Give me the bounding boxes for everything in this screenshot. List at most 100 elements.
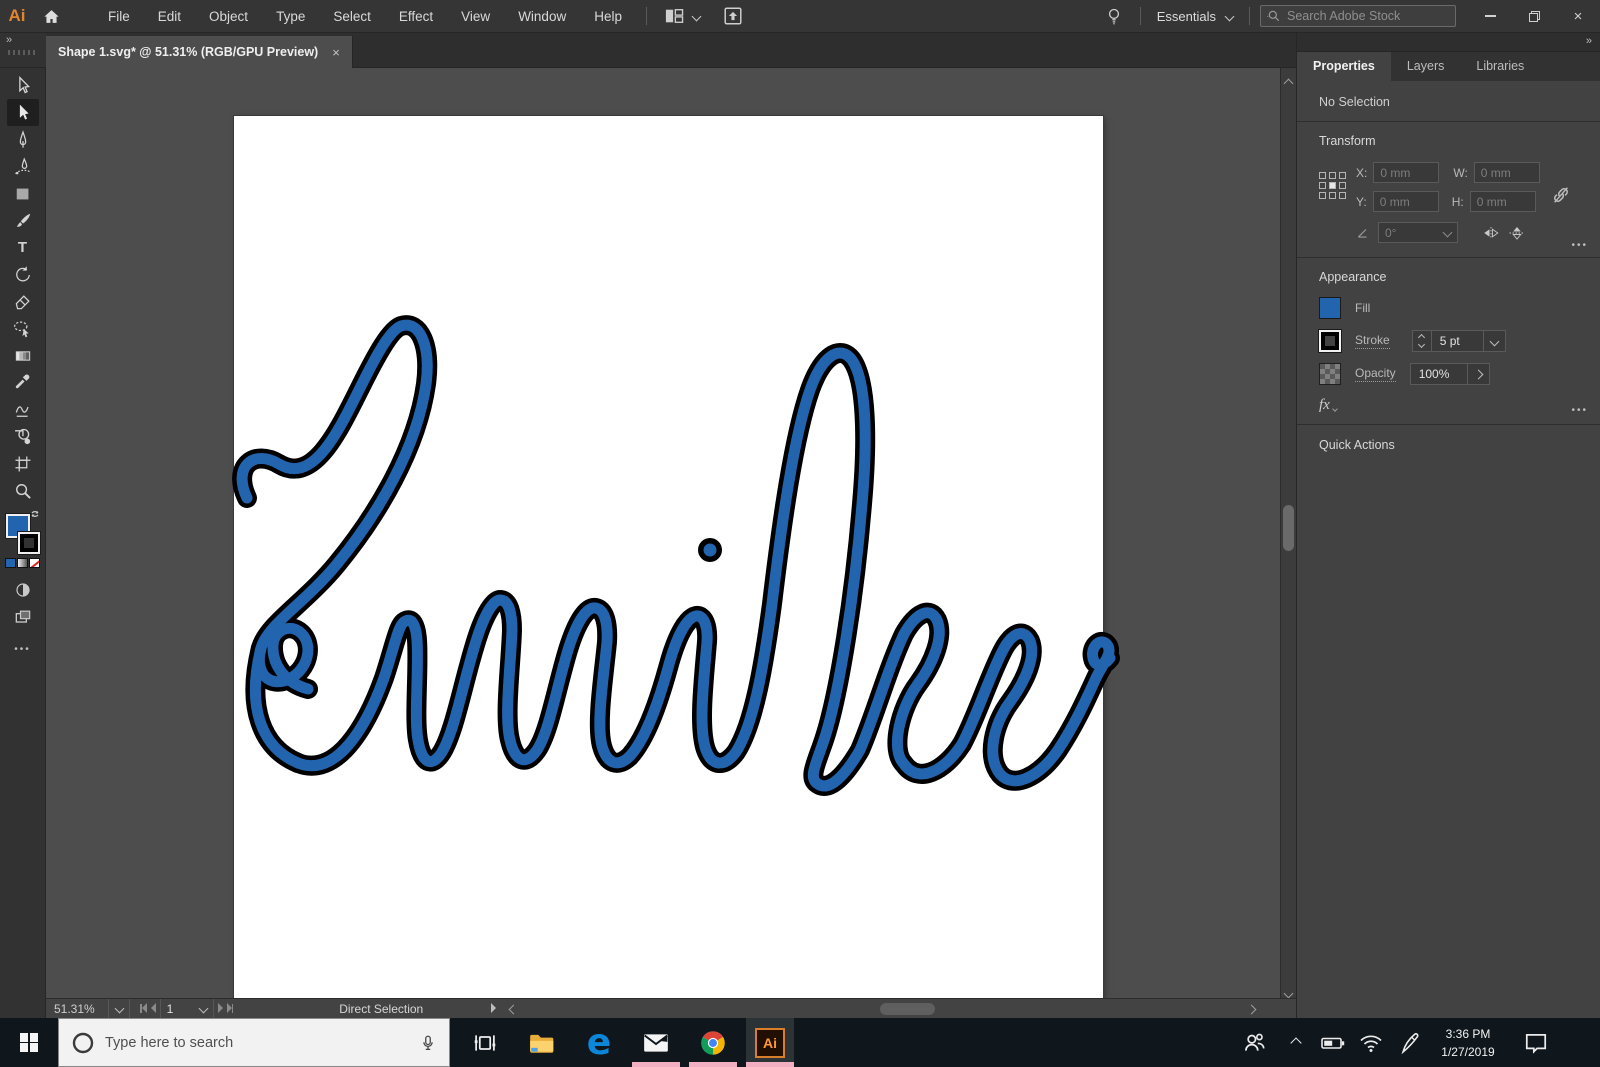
direct-selection-tool[interactable]: [6, 99, 39, 126]
edge-button[interactable]: e: [575, 1018, 623, 1067]
opacity-value[interactable]: 100%: [1409, 363, 1468, 385]
scroll-left-icon[interactable]: [508, 1002, 519, 1016]
artboard-tool[interactable]: [7, 450, 39, 477]
rectangle-tool[interactable]: [7, 180, 39, 207]
emilee-artwork[interactable]: [46, 68, 1280, 998]
workspace-switcher[interactable]: Essentials: [1151, 0, 1239, 33]
status-expand-icon[interactable]: [491, 1002, 497, 1016]
link-dimensions-icon[interactable]: [1550, 184, 1572, 206]
flip-horizontal-icon[interactable]: [1482, 226, 1500, 240]
fill-swatch[interactable]: [1319, 297, 1341, 319]
battery-icon[interactable]: [1314, 1018, 1352, 1067]
scroll-down-icon[interactable]: [1283, 984, 1294, 999]
fill-stroke-control[interactable]: [4, 508, 41, 555]
eraser-tool[interactable]: [7, 288, 39, 315]
zoom-level[interactable]: 51.31%: [46, 999, 108, 1019]
prev-artboard-button[interactable]: [150, 1002, 156, 1016]
scroll-right-icon[interactable]: [1246, 1002, 1257, 1016]
opacity-label[interactable]: Opacity: [1355, 366, 1396, 382]
panel-collapse-icon[interactable]: »: [1297, 33, 1600, 52]
type-tool[interactable]: T: [7, 234, 39, 261]
close-button[interactable]: ×: [1556, 0, 1600, 33]
menu-window[interactable]: Window: [504, 0, 580, 33]
pen-icon[interactable]: [1390, 1018, 1428, 1067]
taskbar-search-input[interactable]: [105, 1034, 409, 1051]
draw-mode-button[interactable]: [7, 603, 39, 630]
chrome-button[interactable]: [689, 1018, 737, 1067]
fx-button[interactable]: fx: [1319, 397, 1330, 414]
vertical-scroll-thumb[interactable]: [1283, 505, 1294, 551]
menu-help[interactable]: Help: [580, 0, 636, 33]
opacity-expand[interactable]: [1467, 363, 1490, 385]
rotate-tool[interactable]: [7, 261, 39, 288]
stroke-weight-value[interactable]: 5 pt: [1431, 330, 1484, 352]
appearance-more-ellipsis[interactable]: •••: [1571, 405, 1588, 416]
illustrator-button[interactable]: Ai: [746, 1018, 794, 1067]
scroll-up-icon[interactable]: [1283, 74, 1294, 89]
menu-file[interactable]: File: [94, 0, 144, 33]
menu-view[interactable]: View: [447, 0, 504, 33]
canvas-area[interactable]: [46, 68, 1280, 998]
restore-button[interactable]: [1512, 0, 1556, 33]
stock-search-input[interactable]: [1287, 9, 1449, 23]
task-view-button[interactable]: [461, 1018, 509, 1067]
vertical-scrollbar[interactable]: [1280, 68, 1296, 999]
menu-edit[interactable]: Edit: [144, 0, 195, 33]
none-button[interactable]: [29, 558, 40, 568]
last-artboard-button[interactable]: [226, 1002, 234, 1016]
zoom-dropdown[interactable]: [108, 998, 130, 1019]
menu-object[interactable]: Object: [195, 0, 262, 33]
tab-libraries[interactable]: Libraries: [1460, 52, 1540, 81]
menu-effect[interactable]: Effect: [385, 0, 447, 33]
toolbar-collapse-icon[interactable]: »: [0, 33, 46, 46]
shape-builder-tool[interactable]: [7, 423, 39, 450]
file-explorer-button[interactable]: [518, 1018, 566, 1067]
discover-lightbulb-icon[interactable]: [1098, 0, 1130, 33]
minimize-button[interactable]: [1468, 0, 1512, 33]
stroke-label[interactable]: Stroke: [1355, 333, 1390, 349]
stroke-swatch[interactable]: [1318, 329, 1342, 353]
start-button[interactable]: [0, 1018, 58, 1067]
clock[interactable]: 3:36 PM 1/27/2019: [1428, 1018, 1508, 1067]
home-icon[interactable]: [34, 7, 68, 26]
paintbrush-tool[interactable]: [7, 207, 39, 234]
adobe-stock-search[interactable]: [1260, 5, 1456, 27]
color-button[interactable]: [5, 558, 16, 568]
wifi-icon[interactable]: [1352, 1018, 1390, 1067]
lasso-tool[interactable]: [7, 315, 39, 342]
share-icon[interactable]: [716, 0, 750, 33]
toolbar-grip[interactable]: [8, 50, 38, 55]
horizontal-scroll-thumb[interactable]: [880, 1003, 935, 1015]
first-artboard-button[interactable]: [140, 1002, 147, 1016]
stroke-weight-stepper[interactable]: [1411, 330, 1432, 352]
show-hidden-icons-button[interactable]: [1278, 1018, 1314, 1067]
stroke-color-swatch[interactable]: [16, 531, 41, 555]
artboard-number-field[interactable]: 1: [159, 998, 214, 1019]
curvature-tool[interactable]: [7, 153, 39, 180]
transform-more-ellipsis[interactable]: •••: [1571, 240, 1588, 251]
tab-properties[interactable]: Properties: [1297, 52, 1391, 81]
mail-button[interactable]: [632, 1018, 680, 1067]
stroke-weight-dropdown[interactable]: [1483, 330, 1506, 352]
arrange-documents-icon[interactable]: [657, 0, 706, 33]
reference-point-grid[interactable]: [1319, 172, 1346, 243]
eyedropper-tool[interactable]: [7, 369, 39, 396]
gradient-button[interactable]: [17, 558, 28, 568]
fill-label[interactable]: Fill: [1355, 301, 1370, 315]
action-center-button[interactable]: [1512, 1018, 1560, 1067]
more-tools-ellipsis[interactable]: •••: [14, 644, 31, 655]
gradient-tool[interactable]: [7, 342, 39, 369]
microphone-icon[interactable]: [419, 1032, 437, 1054]
shaper-tool[interactable]: [7, 396, 39, 423]
taskbar-search[interactable]: [58, 1018, 450, 1067]
opacity-swatch[interactable]: [1319, 363, 1341, 385]
screen-mode-button[interactable]: [7, 576, 39, 603]
swap-fill-stroke-icon[interactable]: [29, 508, 41, 520]
people-button[interactable]: [1232, 1018, 1276, 1067]
menu-select[interactable]: Select: [319, 0, 385, 33]
menu-type[interactable]: Type: [262, 0, 319, 33]
next-artboard-button[interactable]: [217, 1002, 223, 1016]
pen-tool[interactable]: [7, 126, 39, 153]
flip-vertical-icon[interactable]: [1508, 225, 1526, 241]
zoom-tool[interactable]: [7, 477, 39, 504]
